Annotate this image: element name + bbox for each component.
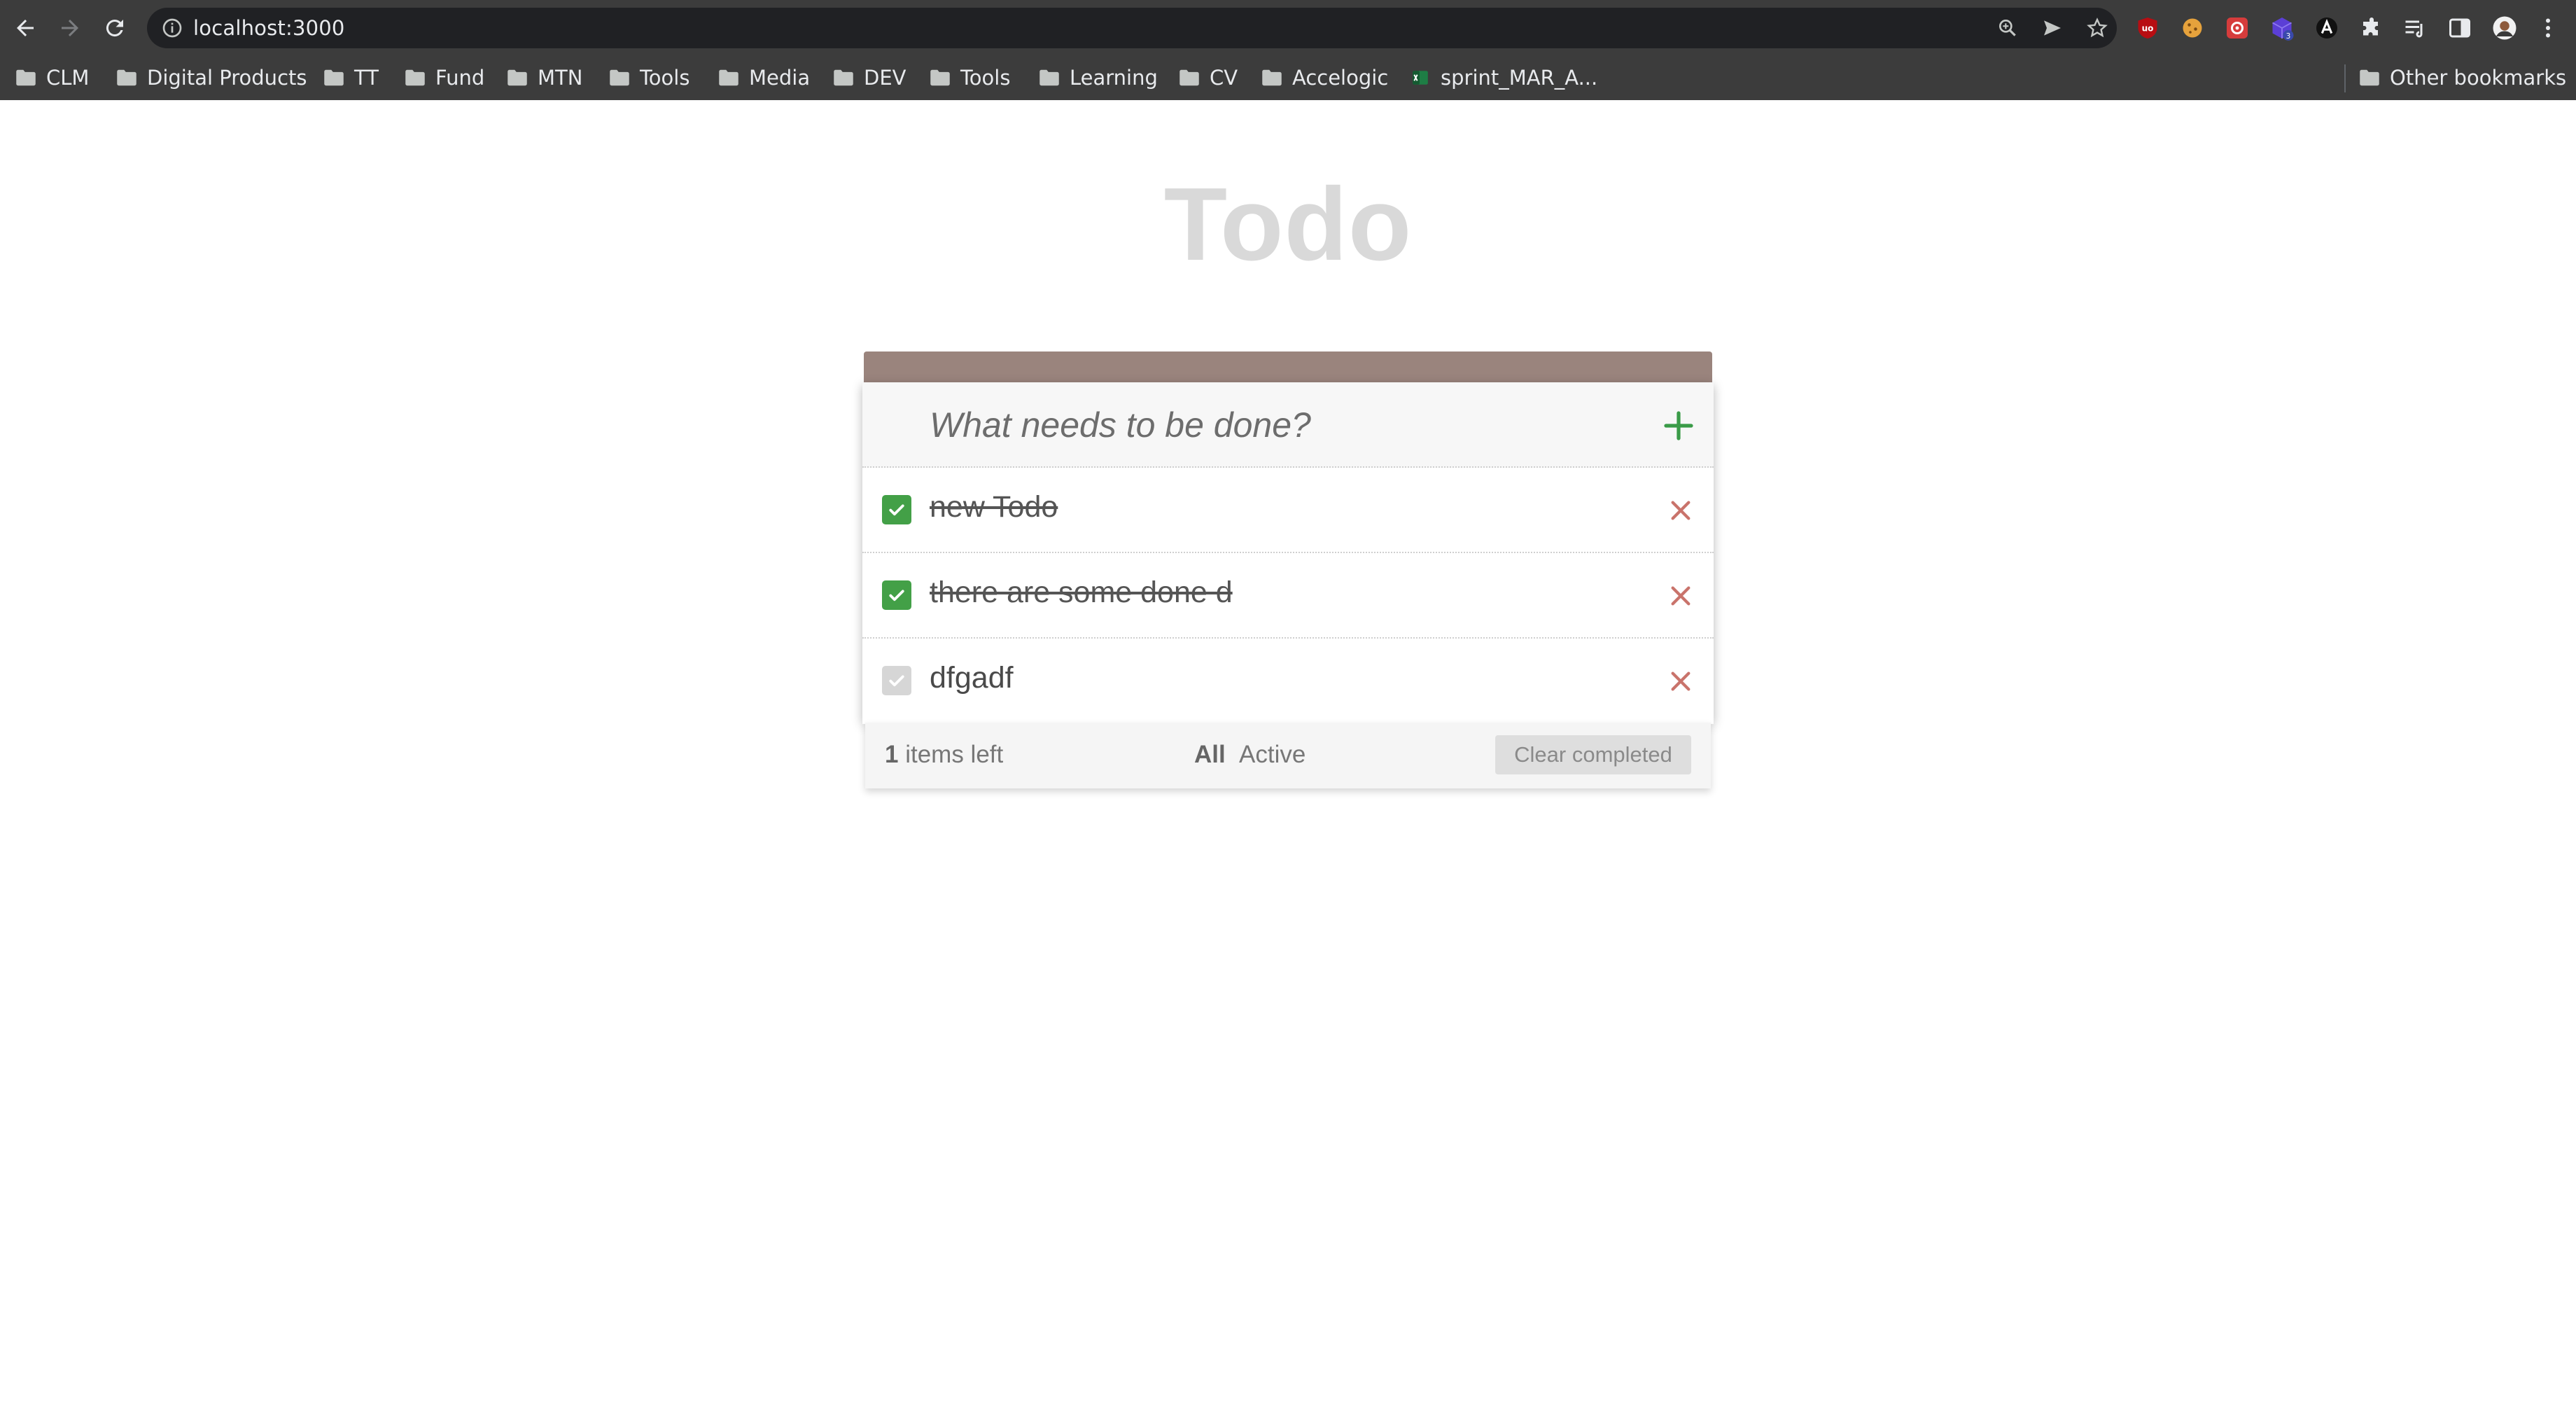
bookmark-label: Tools <box>640 66 690 90</box>
folder-icon <box>1040 69 1059 86</box>
bookmarks-bar: CLM Digital Products TT Fund MTN Tools Media DE… <box>0 56 2576 100</box>
folder-icon <box>405 69 425 86</box>
folder-icon <box>2360 69 2379 86</box>
todo-item: new Todo <box>862 468 1714 553</box>
new-todo-row <box>862 382 1714 468</box>
ublock-extension-icon[interactable]: uo <box>2134 14 2162 42</box>
bookmark-item[interactable]: Tools <box>609 62 690 94</box>
folder-icon <box>1262 69 1282 86</box>
send-icon[interactable] <box>2041 17 2064 39</box>
bookmark-item[interactable]: CLM <box>15 62 89 94</box>
arrow-right-icon <box>62 20 78 36</box>
filter-all-link[interactable]: All <box>1194 741 1226 769</box>
items-left-count: 1 <box>885 741 899 768</box>
bookmark-label: sprint_MAR_A... <box>1441 66 1598 90</box>
redux-devtools-extension-icon[interactable] <box>2223 14 2251 42</box>
browser-toolbar: localhost:3000 uo 3 <box>0 0 2576 56</box>
todo-checkbox-checked[interactable] <box>882 495 911 524</box>
folder-icon <box>719 69 738 86</box>
spreadsheet-icon <box>1413 71 1428 85</box>
cookie-extension-icon[interactable] <box>2178 14 2206 42</box>
todo-item: there are some done d <box>862 553 1714 639</box>
folder-icon <box>16 69 36 86</box>
todo-item-text[interactable]: new Todo <box>930 490 1058 524</box>
bookmarks-separator <box>2344 64 2346 92</box>
folder-icon <box>930 69 950 86</box>
checkmark-icon <box>889 675 904 687</box>
bookmark-item[interactable]: MTN <box>507 62 582 94</box>
bookmark-item[interactable]: Tools <box>930 62 1010 94</box>
folder-icon <box>834 69 853 86</box>
puzzle-extensions-icon[interactable] <box>2358 14 2386 42</box>
folder-icon <box>507 69 527 86</box>
browser-chrome: localhost:3000 uo 3 CLM Digital Products… <box>0 0 2576 100</box>
info-icon[interactable] <box>161 17 183 39</box>
bookmark-label: Learning <box>1070 66 1158 90</box>
items-left-counter: 1 items left <box>885 741 1003 769</box>
todo-header-bar <box>864 351 1712 385</box>
reading-list-icon[interactable] <box>2401 14 2429 42</box>
todo-item-text[interactable]: there are some done d <box>930 576 1233 610</box>
bookmark-label: DEV <box>864 66 906 90</box>
arrow-left-icon <box>17 20 34 36</box>
bookmark-label: CLM <box>46 66 90 90</box>
profile-avatar[interactable] <box>2491 14 2519 42</box>
browser-menu-icon[interactable] <box>2534 14 2562 42</box>
back-button[interactable] <box>7 10 43 46</box>
bookmark-label: Media <box>749 66 811 90</box>
star-icon[interactable] <box>2086 17 2108 39</box>
bookmark-label: Tools <box>960 66 1011 90</box>
bookmark-item[interactable]: TT <box>323 62 379 94</box>
bookmark-label: CV <box>1210 66 1238 90</box>
filter-active-link[interactable]: Active <box>1239 741 1306 769</box>
checkmark-icon <box>889 504 904 516</box>
reload-button[interactable] <box>97 10 133 46</box>
folder-icon <box>117 69 136 86</box>
checkmark-icon <box>889 590 904 601</box>
a-extension-icon[interactable] <box>2313 14 2341 42</box>
reload-icon <box>106 20 123 37</box>
bookmark-item[interactable]: Digital Products <box>116 62 307 94</box>
bookmark-item[interactable]: Accelogic <box>1261 62 1388 94</box>
bookmark-item[interactable]: CV <box>1179 62 1238 94</box>
bookmark-item[interactable]: sprint_MAR_A... <box>1410 62 1597 94</box>
folder-icon <box>324 69 344 86</box>
add-todo-plus-icon[interactable] <box>1662 409 1695 443</box>
delete-todo-x-icon[interactable] <box>1669 584 1693 608</box>
address-bar[interactable]: localhost:3000 <box>147 8 2117 48</box>
bookmark-item[interactable]: Media <box>718 62 810 94</box>
bookmark-item[interactable]: Learning <box>1039 62 1158 94</box>
todo-checkbox-checked[interactable] <box>882 580 911 610</box>
bookmark-label: MTN <box>538 66 583 90</box>
delete-todo-x-icon[interactable] <box>1669 499 1693 522</box>
other-bookmarks-folder[interactable]: Other bookmarks <box>2359 62 2566 94</box>
todo-list-card: new Todo there are some done d dfgadf <box>862 382 1714 724</box>
todo-checkbox-unchecked[interactable] <box>882 666 911 695</box>
todo-item-text[interactable]: dfgadf <box>930 661 1014 695</box>
url-text[interactable]: localhost:3000 <box>193 16 345 40</box>
items-left-label: items left <box>898 741 1004 768</box>
bookmark-label: Accelogic <box>1292 66 1389 90</box>
cube-extension-icon[interactable]: 3 <box>2268 14 2296 42</box>
bookmark-label: Digital Products <box>147 66 307 90</box>
delete-todo-x-icon[interactable] <box>1669 669 1693 693</box>
clear-completed-button[interactable]: Clear completed <box>1495 735 1691 774</box>
new-todo-input[interactable] <box>930 402 1560 448</box>
side-panel-icon[interactable] <box>2446 14 2474 42</box>
forward-button[interactable] <box>52 10 88 46</box>
bookmark-item[interactable]: Fund <box>405 62 484 94</box>
folder-icon <box>1180 69 1199 86</box>
page-title: Todo <box>1163 167 1413 282</box>
todo-item: dfgadf <box>862 639 1714 724</box>
folder-icon <box>610 69 629 86</box>
bookmark-label: Fund <box>435 66 485 90</box>
todo-footer: 1 items left All Active Clear completed <box>865 723 1711 788</box>
svg-text:uo: uo <box>2142 24 2154 34</box>
other-bookmarks-label: Other bookmarks <box>2390 66 2567 90</box>
bookmark-label: TT <box>354 66 379 90</box>
extension-badge: 3 <box>2286 32 2291 41</box>
bookmark-item[interactable]: DEV <box>833 62 906 94</box>
zoom-icon[interactable] <box>1996 17 2019 39</box>
